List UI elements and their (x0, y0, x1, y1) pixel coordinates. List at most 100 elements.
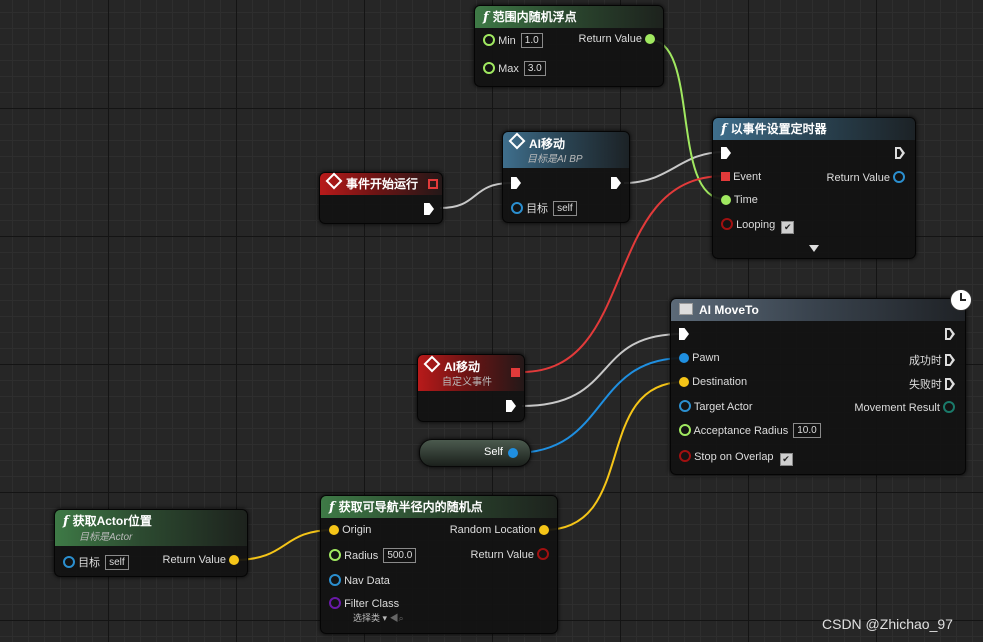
delegate-pin-icon[interactable] (721, 172, 730, 181)
pin-exec-out[interactable] (424, 203, 434, 216)
target-value-field[interactable]: self (553, 201, 577, 216)
pin-random-location[interactable]: Random Location (450, 524, 549, 536)
pin-label: 目标 (78, 557, 101, 569)
expand-arrow-icon[interactable] (809, 245, 819, 252)
pin-exec-out[interactable] (895, 147, 905, 160)
pin-exec-out[interactable] (611, 177, 621, 190)
exec-pin-icon[interactable] (895, 147, 905, 159)
object-pin-icon[interactable] (679, 400, 691, 412)
exec-pin-icon[interactable] (945, 328, 955, 340)
pin-stop-on-overlap[interactable]: Stop on Overlap ✔ (679, 450, 793, 466)
float-pin-icon[interactable] (645, 34, 655, 44)
looping-checkbox[interactable]: ✔ (781, 221, 795, 234)
vector-pin-icon[interactable] (679, 377, 689, 387)
node-ai-move-to[interactable]: AI MoveTo Pawn 成功时 Destination 失败时 Targe… (670, 298, 966, 475)
pin-label: Pawn (692, 352, 720, 364)
object-pin-icon[interactable] (329, 574, 341, 586)
enum-pin-icon[interactable] (943, 401, 955, 413)
exec-pin-icon[interactable] (945, 378, 955, 390)
boolean-pin-icon[interactable] (679, 450, 691, 462)
pin-exec-out[interactable] (506, 400, 516, 413)
node-random-float-in-range[interactable]: f 范围内随机浮点 Min 1.0 Max 3.0 Return Value (474, 5, 664, 87)
exec-pin-icon[interactable] (679, 328, 689, 340)
float-pin-icon[interactable] (483, 34, 495, 46)
node-header[interactable]: AI MoveTo (671, 299, 965, 321)
float-pin-icon[interactable] (721, 195, 731, 205)
pin-min[interactable]: Min 1.0 (483, 33, 543, 48)
node-set-timer-by-event[interactable]: f 以事件设置定时器 Event Return Value Time Loopin… (712, 117, 916, 259)
pin-event[interactable]: Event (721, 171, 761, 183)
node-get-actor-location[interactable]: f 获取Actor位置 目标是Actor 目标 self Return Value (54, 509, 248, 577)
pin-filter-class[interactable]: Filter Class (329, 597, 399, 610)
delegate-pin-icon[interactable] (428, 179, 438, 189)
browse-icon[interactable]: ⌕ (399, 613, 404, 623)
float-pin-icon[interactable] (329, 549, 341, 561)
pin-target-actor[interactable]: Target Actor (679, 400, 753, 413)
max-value-field[interactable]: 3.0 (523, 61, 546, 76)
pin-exec-in[interactable] (679, 328, 689, 341)
float-pin-icon[interactable] (679, 424, 691, 436)
exec-pin-icon[interactable] (945, 354, 955, 366)
exec-pin-icon[interactable] (721, 147, 731, 159)
node-header[interactable]: f 获取可导航半径内的随机点 (321, 496, 557, 518)
pin-radius[interactable]: Radius 500.0 (329, 548, 417, 563)
pin-max[interactable]: Max 3.0 (483, 61, 546, 76)
vector-pin-icon[interactable] (229, 555, 239, 565)
pin-exec-in[interactable] (511, 177, 521, 190)
vector-pin-icon[interactable] (539, 525, 549, 535)
handle-pin-icon[interactable] (893, 171, 905, 183)
pin-exec-out[interactable] (945, 328, 955, 341)
node-header[interactable]: AI移动 自定义事件 (418, 355, 524, 391)
node-header[interactable]: AI移动 目标是AI BP (503, 132, 629, 168)
pin-acceptance-radius[interactable]: Acceptance Radius 10.0 (679, 423, 821, 438)
node-header[interactable]: f 以事件设置定时器 (713, 118, 915, 140)
pin-on-fail[interactable]: 失败时 (909, 376, 955, 392)
exec-pin-icon[interactable] (424, 203, 434, 215)
function-icon: f (63, 514, 69, 529)
delegate-pin-icon[interactable] (511, 368, 520, 377)
exec-pin-icon[interactable] (506, 400, 516, 412)
node-ai-move-custom-event[interactable]: AI移动 自定义事件 (417, 354, 525, 422)
pin-return-value[interactable]: Return Value (579, 33, 655, 45)
pin-time[interactable]: Time (721, 194, 758, 206)
pin-origin[interactable]: Origin (329, 524, 371, 536)
exec-pin-icon[interactable] (511, 177, 521, 189)
object-pin-icon[interactable] (679, 353, 689, 363)
node-header[interactable]: f 获取Actor位置 目标是Actor (55, 510, 247, 546)
node-self-reference[interactable]: Self (419, 439, 531, 467)
node-event-begin-play[interactable]: 事件开始运行 (319, 172, 443, 224)
node-get-random-reachable-point[interactable]: f 获取可导航半径内的随机点 Origin Random Location Rad… (320, 495, 558, 634)
boolean-pin-icon[interactable] (721, 218, 733, 230)
stop-on-overlap-checkbox[interactable]: ✔ (779, 453, 793, 466)
target-value-field[interactable]: self (105, 555, 129, 570)
pin-target[interactable]: 目标 self (63, 554, 129, 570)
pin-return-value[interactable]: Return Value (827, 171, 905, 184)
class-pin-icon[interactable] (329, 597, 341, 609)
node-ai-move-call[interactable]: AI移动 目标是AI BP 目标 self (502, 131, 630, 223)
use-selected-icon[interactable]: ◀ (390, 613, 399, 623)
filter-class-dropdown[interactable]: 选择类 ▾ ◀⌕ (353, 611, 404, 624)
node-title: 事件开始运行 (346, 177, 419, 191)
pin-return-value[interactable]: Return Value (163, 554, 239, 566)
pin-exec-in[interactable] (721, 147, 731, 160)
object-pin-icon[interactable] (508, 448, 518, 458)
node-header[interactable]: f 范围内随机浮点 (475, 6, 663, 28)
pin-target[interactable]: 目标 self (511, 200, 577, 216)
pin-nav-data[interactable]: Nav Data (329, 574, 390, 587)
vector-pin-icon[interactable] (329, 525, 339, 535)
boolean-pin-icon[interactable] (537, 548, 549, 560)
acceptance-radius-field[interactable]: 10.0 (793, 423, 821, 438)
pin-looping[interactable]: Looping ✔ (721, 218, 795, 234)
node-header[interactable]: 事件开始运行 (320, 172, 442, 195)
float-pin-icon[interactable] (483, 62, 495, 74)
min-value-field[interactable]: 1.0 (520, 33, 543, 48)
object-pin-icon[interactable] (63, 556, 75, 568)
radius-value-field[interactable]: 500.0 (383, 548, 417, 563)
pin-destination[interactable]: Destination (679, 376, 747, 388)
exec-pin-icon[interactable] (611, 177, 621, 189)
pin-on-success[interactable]: 成功时 (909, 352, 955, 368)
object-pin-icon[interactable] (511, 202, 523, 214)
pin-movement-result[interactable]: Movement Result (854, 401, 955, 414)
pin-return-value[interactable]: Return Value (471, 548, 549, 561)
pin-pawn[interactable]: Pawn (679, 352, 720, 364)
